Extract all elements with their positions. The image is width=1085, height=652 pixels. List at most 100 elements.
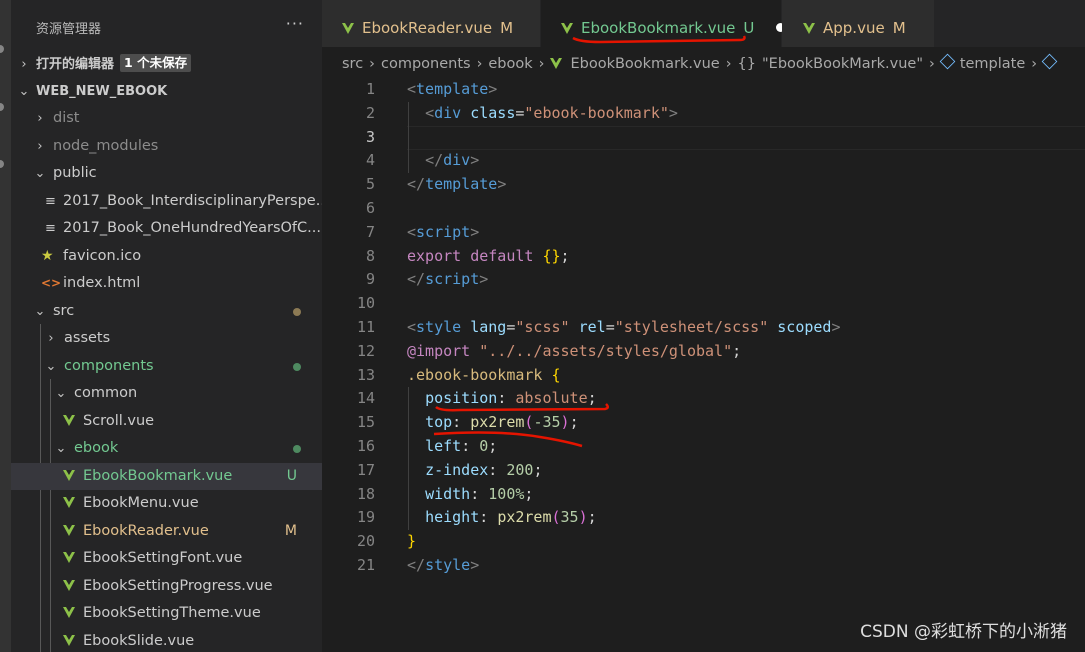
tree-file-slide[interactable]: EbookSlide.vue (11, 628, 322, 652)
chevron-right-icon: › (538, 56, 545, 72)
unsaved-badge: 1 个未保存 (120, 54, 192, 72)
tree-folder-node-modules[interactable]: › node_modules (11, 133, 322, 160)
tree-file-favicon[interactable]: ★ favicon.ico (11, 243, 322, 270)
star-icon: ★ (41, 248, 54, 264)
breadcrumb-components[interactable]: components (381, 56, 471, 72)
code-token: 35 (560, 508, 579, 527)
tree-folder-dist[interactable]: › dist (11, 105, 322, 132)
code-token: > (831, 318, 841, 336)
code-token: template (425, 175, 498, 194)
tree-folder-public[interactable]: ⌄ public (11, 160, 322, 187)
tree-label: 2017_Book_InterdisciplinaryPerspe... (63, 193, 322, 209)
code-editor[interactable]: 1 2 3 4 5 6 7 8 9 10 11 12 13 14 15 16 17 18 19 20 21 <templa… (322, 78, 1085, 652)
tree-file-ebook-bookmark[interactable]: EbookBookmark.vue U (11, 463, 322, 490)
tree-label: EbookReader.vue (83, 523, 209, 539)
project-section[interactable]: ⌄ WEB_NEW_EBOOK (11, 78, 322, 105)
tree-label: ebook (74, 440, 119, 456)
tree-folder-assets[interactable]: › assets (11, 325, 322, 352)
code-line: position: absolute; (407, 387, 597, 411)
tree-label: favicon.ico (63, 248, 142, 264)
tree-file-setting-progress[interactable]: EbookSettingProgress.vue (11, 573, 322, 600)
tree-file-pdf-2[interactable]: ≡ 2017_Book_OneHundredYearsOfC... (11, 215, 322, 242)
code-line: <style lang="scss" rel="stylesheet/scss"… (407, 316, 841, 340)
code-token: < (425, 103, 435, 122)
tree-label: common (74, 385, 138, 401)
line-number: 17 (356, 460, 375, 479)
untracked-dot (293, 445, 301, 453)
open-editors-section[interactable]: › 打开的编辑器 1 个未保存 (11, 51, 322, 78)
chevron-right-icon: › (929, 56, 935, 72)
code-token: style (416, 318, 462, 336)
tree-label: EbookSettingTheme.vue (83, 605, 261, 621)
chevron-right-icon: › (476, 56, 483, 72)
activity-indicator (0, 45, 4, 53)
tree-label: node_modules (53, 138, 159, 154)
tree-file-scroll[interactable]: Scroll.vue (11, 408, 322, 435)
code-line: top: px2rem(-35); (407, 411, 579, 435)
more-actions-icon[interactable]: ··· (286, 14, 304, 33)
code-token: scoped (777, 318, 832, 336)
code-line: <script> (407, 221, 479, 245)
tab-app[interactable]: App.vue M (782, 0, 934, 47)
breadcrumb-file[interactable]: EbookBookmark.vue (570, 56, 719, 72)
tree-label: dist (53, 110, 80, 126)
code-token: = (605, 318, 615, 336)
object-symbol-icon: {} (737, 56, 756, 72)
chevron-down-icon: ⌄ (18, 84, 30, 99)
code-token: left (425, 437, 462, 455)
tree-label: EbookMenu.vue (83, 495, 199, 511)
tab-ebook-reader[interactable]: EbookReader.vue M (322, 0, 540, 47)
code-token: </ (407, 175, 426, 194)
tree-folder-common[interactable]: ⌄ common (11, 380, 322, 407)
code-token: </ (407, 270, 426, 289)
tree-file-ebook-reader[interactable]: EbookReader.vue M (11, 518, 322, 545)
code-token: ; (533, 460, 543, 479)
code-token: z-index (425, 460, 489, 479)
breadcrumb-src[interactable]: src (342, 56, 363, 72)
code-token: > (470, 222, 480, 241)
code-token: </ (407, 556, 426, 574)
tree-file-index-html[interactable]: <> index.html (11, 270, 322, 297)
vue-icon (63, 497, 75, 508)
code-token: > (488, 80, 498, 98)
activity-indicator (0, 160, 4, 168)
tree-label: EbookBookmark.vue (83, 468, 233, 484)
tree-file-setting-font[interactable]: EbookSettingFont.vue (11, 545, 322, 572)
breadcrumb-object[interactable]: "EbookBookMark.vue" (762, 56, 923, 72)
tab-label: EbookBookmark.vue (581, 19, 736, 37)
code-token: ; (569, 413, 579, 432)
tab-ebook-bookmark[interactable]: EbookBookmark.vue U (541, 0, 786, 47)
code-line: .ebook-bookmark { (407, 364, 561, 388)
tree-file-ebook-menu[interactable]: EbookMenu.vue (11, 490, 322, 517)
line-number: 20 (356, 532, 375, 551)
activity-indicator (0, 103, 4, 111)
code-token: "stylesheet/scss" (614, 318, 769, 336)
tree-folder-src[interactable]: ⌄ src (11, 298, 322, 325)
tree-folder-components[interactable]: ⌄ components (11, 353, 322, 380)
line-number: 15 (356, 413, 375, 432)
vue-icon (342, 23, 354, 34)
tree-label: assets (64, 330, 111, 346)
code-line: left: 0; (407, 435, 497, 459)
breadcrumb-template[interactable]: template (960, 56, 1025, 72)
html-icon: <> (41, 276, 62, 290)
chevron-down-icon: ⌄ (34, 304, 46, 319)
tree-folder-ebook[interactable]: ⌄ ebook (11, 435, 322, 462)
code-token: lang (470, 318, 507, 336)
activity-bar (0, 0, 11, 652)
tree-file-setting-theme[interactable]: EbookSettingTheme.vue (11, 600, 322, 627)
tree-file-pdf-1[interactable]: ≡ 2017_Book_InterdisciplinaryPerspe... (11, 188, 322, 215)
line-number: 12 (356, 341, 375, 360)
code-token: ; (488, 437, 498, 455)
code-line: </script> (407, 268, 488, 292)
code-token: 100% (488, 484, 525, 503)
explorer-sidebar: 资源管理器 ··· › 打开的编辑器 1 个未保存 ⌄ WEB_NEW_EBOOK… (11, 0, 322, 652)
line-number: 8 (365, 246, 375, 265)
line-number: 11 (356, 318, 375, 336)
line-number: 21 (356, 556, 375, 574)
code-line: z-index: 200; (407, 459, 542, 483)
tree-label: Scroll.vue (83, 413, 155, 429)
line-number: 5 (365, 175, 375, 194)
breadcrumb-ebook[interactable]: ebook (488, 56, 532, 72)
